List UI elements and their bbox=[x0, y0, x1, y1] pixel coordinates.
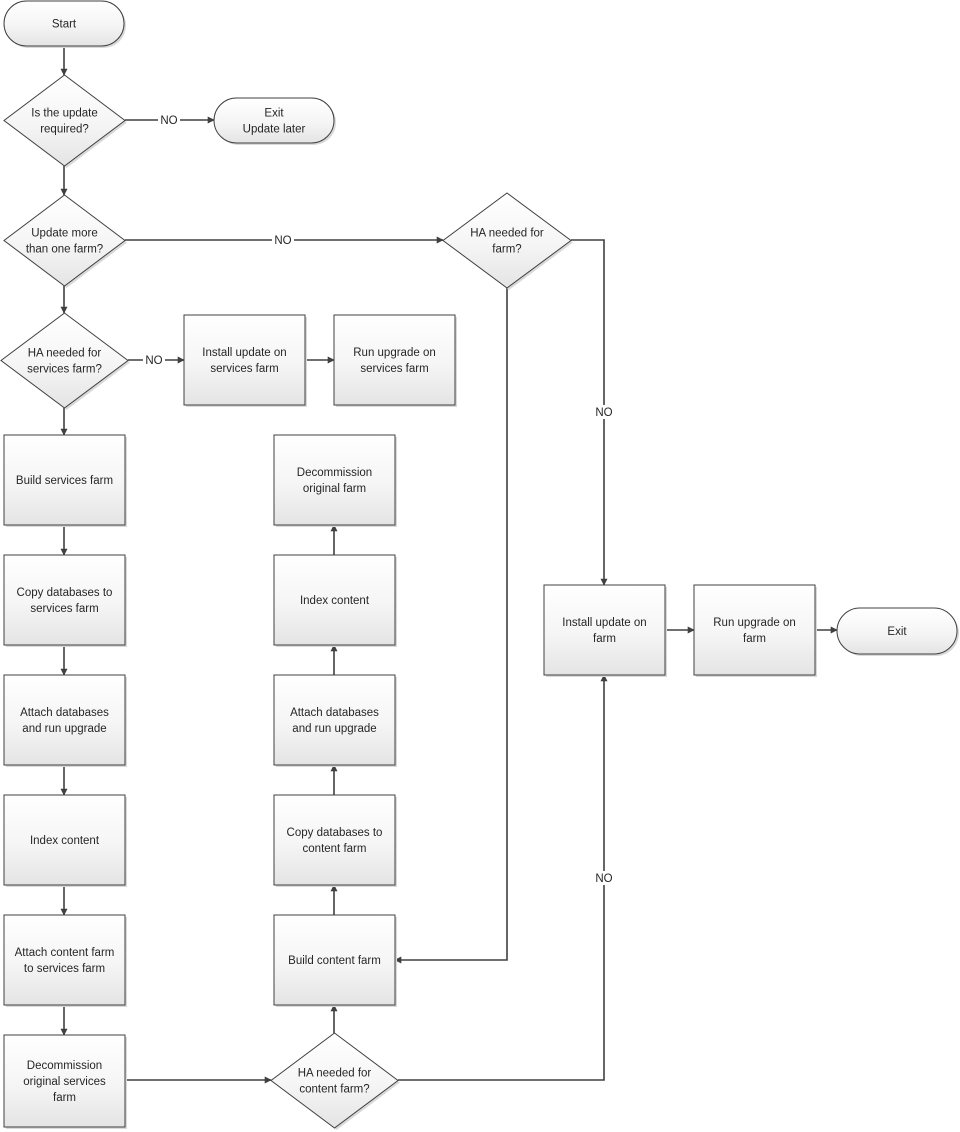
process-shape bbox=[3, 914, 126, 1006]
process-shape bbox=[3, 674, 126, 766]
node-label: Install update on bbox=[202, 347, 286, 359]
process-shape bbox=[183, 314, 306, 406]
node-label: than one farm? bbox=[26, 244, 103, 256]
node-copy-content: Copy databases to content farm bbox=[273, 794, 397, 887]
node-label: Update more bbox=[31, 228, 97, 240]
node-exit-later: Exit Update later bbox=[213, 97, 336, 145]
node-decom-content: Decommission original farm bbox=[273, 434, 397, 527]
connector-q-ha-content-to-install-farm bbox=[398, 674, 608, 1081]
node-label: services farm bbox=[30, 603, 98, 615]
node-label: required? bbox=[40, 124, 89, 136]
node-index-services: Index content bbox=[3, 794, 127, 887]
decision-shape bbox=[3, 194, 126, 287]
node-label: Copy databases to bbox=[287, 827, 383, 839]
flowchart: Start Is the update required? Exit Update la… bbox=[0, 0, 959, 1130]
node-label: services farm bbox=[210, 363, 278, 375]
process-shape bbox=[693, 584, 816, 676]
process-shape bbox=[543, 584, 666, 676]
node-label: farm? bbox=[492, 244, 521, 256]
process-shape bbox=[333, 314, 456, 406]
node-label: Start bbox=[52, 19, 77, 31]
node-label: Attach databases bbox=[20, 707, 109, 719]
node-q-more-than-one: Update more than one farm? bbox=[3, 194, 127, 288]
node-label: original farm bbox=[303, 483, 366, 495]
node-q-update-required: Is the update required? bbox=[3, 74, 127, 168]
decision-shape bbox=[3, 74, 126, 167]
node-run-farm: Run upgrade on farm bbox=[693, 584, 817, 677]
node-q-ha-farm: HA needed for farm? bbox=[442, 192, 573, 290]
node-label: Index content bbox=[30, 835, 100, 847]
decision-shape bbox=[0, 312, 129, 409]
node-attach-content: Attach databases and run upgrade bbox=[273, 674, 397, 767]
node-attach-content-to-services: Attach content farm to services farm bbox=[3, 914, 127, 1007]
edge-label-no: NO bbox=[274, 235, 291, 247]
process-shape bbox=[273, 794, 396, 886]
node-label: and run upgrade bbox=[22, 723, 106, 735]
node-label: Decommission bbox=[297, 467, 372, 479]
node-install-farm: Install update on farm bbox=[543, 584, 667, 677]
process-shape bbox=[273, 674, 396, 766]
node-label: Build content farm bbox=[288, 955, 381, 967]
edge-label-no: NO bbox=[145, 355, 162, 367]
node-decom-services: Decommission original services farm bbox=[3, 1034, 127, 1129]
node-run-services: Run upgrade on services farm bbox=[333, 314, 457, 407]
node-label: Exit bbox=[264, 108, 284, 120]
node-label: Index content bbox=[300, 595, 370, 607]
node-label: farm bbox=[593, 633, 616, 645]
node-label: Install update on bbox=[562, 617, 646, 629]
node-attach-services: Attach databases and run upgrade bbox=[3, 674, 127, 767]
node-copy-services: Copy databases to services farm bbox=[3, 554, 127, 647]
node-install-services: Install update on services farm bbox=[183, 314, 307, 407]
node-label: Run upgrade on bbox=[713, 617, 795, 629]
process-shape bbox=[3, 554, 126, 646]
node-label: original services bbox=[23, 1076, 106, 1088]
node-build-content: Build content farm bbox=[273, 914, 397, 1007]
connectors bbox=[60, 46, 838, 1084]
node-index-content: Index content bbox=[273, 554, 397, 647]
node-q-ha-content: HA needed for content farm? bbox=[270, 1032, 400, 1130]
node-label: services farm? bbox=[27, 364, 102, 376]
node-label: HA needed for bbox=[298, 1068, 372, 1080]
edge-label-no: NO bbox=[595, 873, 612, 885]
node-q-ha-services: HA needed for services farm? bbox=[0, 312, 130, 410]
node-label: Exit bbox=[887, 626, 907, 638]
node-label: and run upgrade bbox=[292, 723, 376, 735]
node-label: Build services farm bbox=[16, 475, 113, 487]
edge-label-no: NO bbox=[595, 407, 612, 419]
edge-label-no: NO bbox=[160, 115, 177, 127]
node-label: Decommission bbox=[27, 1060, 102, 1072]
node-start: Start bbox=[3, 0, 126, 48]
decision-shape bbox=[442, 192, 572, 289]
node-label: content farm? bbox=[299, 1084, 369, 1096]
decision-shape bbox=[270, 1032, 399, 1129]
node-label: Copy databases to bbox=[17, 587, 113, 599]
node-label: HA needed for bbox=[470, 228, 544, 240]
node-label: content farm bbox=[303, 843, 367, 855]
node-label: Attach content farm bbox=[15, 947, 115, 959]
node-label: services farm bbox=[360, 363, 428, 375]
node-label: Update later bbox=[243, 124, 306, 136]
process-shape bbox=[273, 434, 396, 526]
node-label: farm bbox=[53, 1092, 76, 1104]
node-label: Run upgrade on bbox=[353, 347, 435, 359]
node-exit: Exit bbox=[836, 607, 959, 656]
node-build-services: Build services farm bbox=[3, 434, 127, 527]
node-label: Attach databases bbox=[290, 707, 379, 719]
node-label: farm bbox=[743, 633, 766, 645]
node-label: Is the update bbox=[31, 108, 98, 120]
terminator-shape bbox=[213, 97, 335, 144]
node-label: to services farm bbox=[24, 963, 105, 975]
node-label: HA needed for bbox=[28, 348, 102, 360]
